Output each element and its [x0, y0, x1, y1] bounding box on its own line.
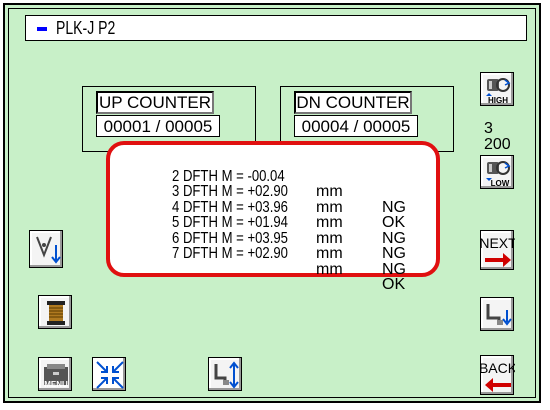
up-counter-label: UP COUNTER — [96, 91, 214, 114]
compress-arrows-icon — [96, 361, 124, 389]
list-item: 2 DFTH M = -00.04 mm NG — [128, 153, 406, 215]
result-status: NG — [382, 260, 406, 278]
screen: PLK-J P2 UP COUNTER 00001 / 00005 DN COU… — [0, 0, 550, 410]
dn-counter-value: 00004 / 00005 — [294, 115, 418, 137]
speed-value: 200 — [484, 136, 511, 153]
presser-updown-icon — [214, 361, 239, 389]
next-button[interactable]: NEXT — [480, 230, 515, 270]
list-item: 3 DFTH M = +02.90 mm OK — [128, 169, 405, 231]
back-button[interactable]: BACK — [480, 355, 515, 395]
result-unit: mm — [316, 260, 343, 278]
title-marker-icon — [37, 27, 47, 31]
center-position-button[interactable] — [92, 357, 126, 391]
result-status: OK — [382, 214, 406, 231]
dn-counter-label: DN COUNTER — [294, 91, 412, 114]
title-text: PLK-J P2 — [56, 18, 116, 38]
next-label: NEXT — [481, 235, 515, 251]
thread-spool-button[interactable] — [38, 295, 72, 329]
presser-lift-button[interactable] — [208, 357, 242, 391]
needle-down-icon — [36, 236, 61, 264]
bobbin-high-icon: HIGH — [486, 78, 511, 105]
back-label: BACK — [481, 360, 515, 376]
result-line: 7 DFTH M = +02.90 — [172, 245, 289, 262]
title-bar: PLK-J P2 — [25, 15, 527, 41]
menu-button[interactable]: MENU — [38, 357, 72, 391]
needle-down-button[interactable] — [480, 297, 514, 331]
result-status: NG — [382, 229, 406, 247]
back-arrow-icon: BACK — [481, 360, 515, 392]
needle-stop-button[interactable] — [29, 230, 63, 268]
speed-low-button[interactable]: LOW — [480, 155, 514, 189]
speed-high-button[interactable]: HIGH — [480, 72, 514, 106]
panel-frame: PLK-J P2 UP COUNTER 00001 / 00005 DN COU… — [3, 3, 541, 403]
result-status: NG — [382, 245, 406, 262]
presser-down-icon — [486, 304, 512, 326]
result-status: OK — [382, 276, 406, 293]
list-item: 7 DFTH M = +02.90 mm OK — [128, 231, 405, 293]
result-status: NG — [382, 198, 406, 216]
results-list: 2 DFTH M = -00.04 mm NG 3 DFTH M = +02.9… — [128, 153, 406, 293]
high-label: HIGH — [488, 96, 508, 105]
low-label: LOW — [491, 179, 510, 188]
up-counter-value: 00001 / 00005 — [96, 115, 220, 137]
next-arrow-icon: NEXT — [481, 235, 515, 267]
menu-box-icon: MENU — [44, 364, 68, 389]
list-item: 4 DFTH M = +03.96 mm NG — [128, 184, 406, 246]
list-item: 5 DFTH M = +01.94 mm NG — [128, 200, 406, 262]
measurement-results: 2 DFTH M = -00.04 mm NG 3 DFTH M = +02.9… — [106, 141, 440, 293]
menu-label: MENU — [44, 380, 68, 389]
list-item: 6 DFTH M = +03.95 mm NG — [128, 215, 406, 277]
bobbin-low-icon: LOW — [486, 161, 511, 188]
spool-icon — [47, 301, 65, 325]
step-value: 3 — [484, 120, 493, 137]
